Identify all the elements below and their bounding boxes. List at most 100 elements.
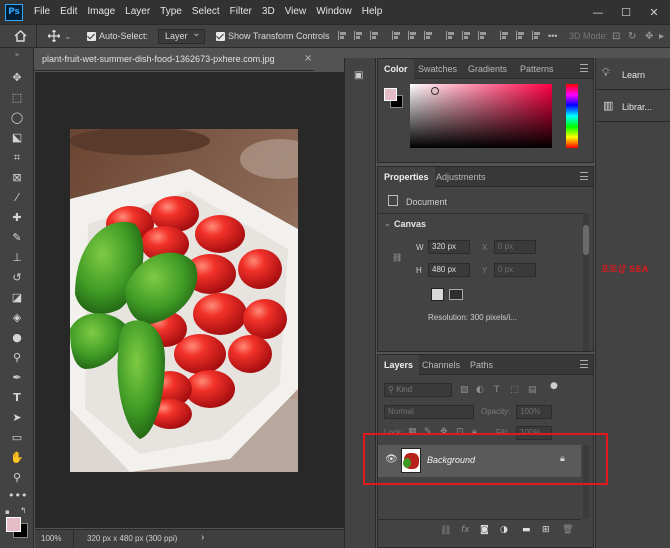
- filter-pixel-icon[interactable]: ▨: [460, 385, 469, 395]
- hand-icon[interactable]: ✋: [8, 450, 26, 466]
- learn-label[interactable]: Learn: [622, 70, 645, 80]
- hue-slider[interactable]: [566, 84, 578, 148]
- frame-icon[interactable]: ⊠: [8, 170, 26, 186]
- link-dimensions-icon[interactable]: ⛓: [392, 253, 402, 262]
- tab-patterns[interactable]: Patterns: [514, 59, 560, 79]
- chevron-down-icon[interactable]: ⌄: [384, 219, 391, 228]
- filter-smart-object-icon[interactable]: ▤: [528, 385, 537, 395]
- menu-layer[interactable]: Layer: [120, 0, 155, 24]
- width-field[interactable]: 320 px: [428, 240, 470, 254]
- tab-channels[interactable]: Channels: [416, 355, 466, 375]
- dodge-icon[interactable]: ⚲: [8, 350, 26, 366]
- 3d-slide-icon[interactable]: ▸: [659, 25, 664, 47]
- rectangle-tool-icon[interactable]: ▭: [8, 430, 26, 446]
- tab-paths[interactable]: Paths: [464, 355, 499, 375]
- clone-stamp-icon[interactable]: ⊥: [8, 250, 26, 266]
- paint-bucket-icon[interactable]: ◈: [8, 310, 26, 326]
- menu-edit[interactable]: Edit: [55, 0, 82, 24]
- menu-image[interactable]: Image: [82, 0, 120, 24]
- menu-window[interactable]: Window: [311, 0, 357, 24]
- object-selection-icon[interactable]: ⬕: [8, 130, 26, 146]
- color-picker-cursor[interactable]: [431, 87, 439, 95]
- maximize-button[interactable]: ☐: [612, 0, 640, 24]
- menu-help[interactable]: Help: [357, 0, 388, 24]
- menu-type[interactable]: Type: [155, 0, 187, 24]
- libraries-label[interactable]: Librar...: [622, 102, 652, 112]
- move-tool-icon[interactable]: ✥: [8, 70, 26, 86]
- path-selection-icon[interactable]: ➤: [8, 410, 26, 426]
- pen-icon[interactable]: ✒: [8, 370, 26, 386]
- crop-icon[interactable]: ⌗: [8, 150, 26, 166]
- height-field[interactable]: 480 px: [428, 263, 470, 277]
- color-fg-swatch[interactable]: [384, 88, 397, 101]
- distribute-center-icon[interactable]: [462, 31, 471, 40]
- 3d-orbit-icon[interactable]: ⊡: [612, 25, 620, 47]
- swap-colors-icon[interactable]: ↰: [20, 506, 27, 515]
- filter-type-icon[interactable]: T: [494, 385, 500, 395]
- scrollbar-thumb[interactable]: [583, 225, 589, 255]
- blend-mode-dropdown[interactable]: Normal: [384, 405, 474, 419]
- tab-properties[interactable]: Properties: [378, 167, 435, 187]
- tab-layers[interactable]: Layers: [378, 355, 420, 375]
- panel-menu-icon[interactable]: [580, 360, 588, 368]
- toolbar-collapse-icon[interactable]: »: [8, 51, 26, 59]
- learn-item[interactable]: 💡︎ Learn: [596, 58, 670, 90]
- tab-adjustments[interactable]: Adjustments: [430, 167, 492, 187]
- canvas-photo[interactable]: [70, 129, 298, 472]
- distribute-top-icon[interactable]: [500, 31, 509, 40]
- align-bottom-icon[interactable]: [424, 31, 433, 40]
- filter-toggle-icon[interactable]: ●: [550, 381, 558, 391]
- align-top-icon[interactable]: [392, 31, 401, 40]
- close-tab-icon[interactable]: ×: [304, 53, 312, 64]
- menu-filter[interactable]: Filter: [225, 0, 257, 24]
- checkbox-checked-icon[interactable]: [87, 31, 96, 41]
- more-options-button[interactable]: •••: [548, 25, 557, 47]
- default-colors-icon[interactable]: ▪: [5, 508, 13, 516]
- align-right-icon[interactable]: [370, 31, 379, 40]
- menu-file[interactable]: File: [29, 0, 55, 24]
- layer-kind-filter[interactable]: ⚲ Kind: [384, 383, 452, 397]
- properties-scrollbar[interactable]: [583, 213, 589, 351]
- libraries-item[interactable]: ▥ Librar...: [596, 92, 670, 122]
- close-window-button[interactable]: ✕: [640, 0, 668, 24]
- distribute-middle-icon[interactable]: [516, 31, 525, 40]
- foreground-color-swatch[interactable]: [6, 517, 21, 532]
- more-tools-icon[interactable]: •••: [8, 488, 27, 504]
- panel-menu-icon[interactable]: [580, 64, 588, 72]
- zoom-level[interactable]: 100%: [41, 534, 61, 543]
- new-layer-icon[interactable]: ⊞: [542, 525, 550, 535]
- tab-swatches[interactable]: Swatches: [412, 59, 463, 79]
- fx-icon[interactable]: fx: [461, 525, 470, 535]
- show-transform-controls-checkbox[interactable]: Show Transform Controls: [216, 25, 330, 47]
- type-tool-icon[interactable]: T: [8, 390, 26, 406]
- link-icon[interactable]: ⛓: [440, 526, 451, 536]
- document-tab[interactable]: plant-fruit-wet-summer-dish-food-1362673…: [34, 50, 314, 71]
- document-tab-title[interactable]: plant-fruit-wet-summer-dish-food-1362673…: [42, 54, 275, 64]
- align-left-icon[interactable]: [338, 31, 347, 40]
- x-field[interactable]: 0 px: [494, 240, 536, 254]
- menu-3d[interactable]: 3D: [257, 0, 280, 24]
- brush-icon[interactable]: ✎: [8, 230, 26, 246]
- menu-select[interactable]: Select: [187, 0, 225, 24]
- history-panel-icon[interactable]: ▣: [354, 70, 363, 81]
- minimize-button[interactable]: —: [584, 0, 612, 24]
- eyedropper-icon[interactable]: ⁄: [8, 190, 26, 206]
- home-icon[interactable]: [14, 25, 27, 47]
- tab-color[interactable]: Color: [378, 59, 414, 79]
- filter-adjustment-icon[interactable]: ◐: [476, 385, 484, 395]
- 3d-pan-icon[interactable]: ✥: [645, 25, 653, 47]
- align-middle-icon[interactable]: [408, 31, 417, 40]
- y-field[interactable]: 0 px: [494, 263, 536, 277]
- blur-icon[interactable]: ●: [8, 330, 26, 346]
- auto-select-target-dropdown[interactable]: Layer: [158, 25, 205, 47]
- adjustment-icon[interactable]: ◑: [500, 525, 508, 535]
- group-icon[interactable]: ▬: [522, 525, 531, 535]
- eraser-icon[interactable]: ◪: [8, 290, 26, 306]
- distribute-right-icon[interactable]: [478, 31, 487, 40]
- zoom-icon[interactable]: ⚲: [8, 470, 26, 486]
- distribute-left-icon[interactable]: [446, 31, 455, 40]
- align-center-icon[interactable]: [354, 31, 363, 40]
- lasso-icon[interactable]: ◯: [8, 110, 26, 126]
- 3d-roll-icon[interactable]: ↻: [628, 25, 636, 47]
- auto-select-checkbox[interactable]: Auto-Select:: [87, 25, 148, 47]
